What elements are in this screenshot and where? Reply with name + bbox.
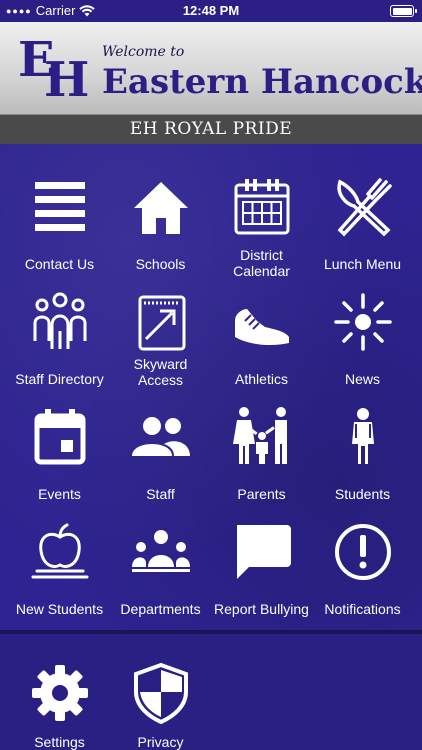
tile-departments[interactable]: Departments bbox=[108, 503, 213, 618]
calendar-day-icon bbox=[29, 406, 91, 468]
tile-label: Privacy bbox=[137, 734, 184, 750]
tile-label: Report Bullying bbox=[214, 601, 309, 617]
tile-lunch-menu[interactable]: Lunch Menu bbox=[310, 158, 415, 273]
tile-district-calendar[interactable]: District Calendar bbox=[209, 158, 314, 279]
header-banner: E H Welcome to Eastern Hancock bbox=[0, 22, 422, 115]
calendar-icon bbox=[231, 176, 293, 238]
tile-staff-directory[interactable]: Staff Directory bbox=[7, 273, 112, 388]
tile-label: Contact Us bbox=[24, 256, 95, 272]
sun-icon bbox=[332, 291, 394, 353]
tile-label: Athletics bbox=[235, 371, 288, 387]
tile-label: Schools bbox=[135, 256, 186, 272]
tile-label-line2: Access bbox=[137, 372, 184, 388]
school-name: Eastern Hancock bbox=[102, 62, 422, 102]
tile-label: News bbox=[344, 371, 380, 387]
gear-icon bbox=[29, 662, 91, 724]
page-title: EH ROYAL PRIDE bbox=[0, 115, 422, 144]
tile-label: Lunch Menu bbox=[323, 256, 402, 272]
tile-label: Events bbox=[38, 486, 81, 502]
tile-contact-us[interactable]: Contact Us bbox=[7, 158, 112, 273]
team-icon bbox=[130, 521, 192, 583]
welcome-text: Welcome to bbox=[102, 44, 185, 60]
tile-label: Staff Directory bbox=[15, 371, 104, 387]
users-icon bbox=[130, 406, 192, 468]
tile-notifications[interactable]: Notifications bbox=[310, 503, 415, 618]
chat-bubble-icon bbox=[231, 521, 293, 583]
tile-label-line1: District bbox=[240, 247, 283, 263]
sneaker-icon bbox=[231, 291, 293, 353]
tile-label: New Students bbox=[15, 601, 104, 617]
tile-students[interactable]: Students bbox=[310, 388, 415, 503]
tile-new-students[interactable]: New Students bbox=[7, 503, 112, 618]
clock: 12:48 PM bbox=[182, 3, 240, 18]
tile-staff[interactable]: Staff bbox=[108, 388, 213, 503]
family-icon bbox=[231, 406, 293, 468]
tile-label-line1: Skyward bbox=[133, 356, 188, 372]
tile-report-bullying[interactable]: Report Bullying bbox=[209, 503, 314, 618]
battery-icon bbox=[390, 5, 417, 17]
tile-schools[interactable]: Schools bbox=[108, 158, 213, 273]
tile-news[interactable]: News bbox=[310, 273, 415, 388]
tile-label: Departments bbox=[120, 601, 201, 617]
tile-events[interactable]: Events bbox=[7, 388, 112, 503]
tile-label: Settings bbox=[34, 734, 85, 750]
home-icon bbox=[130, 176, 192, 238]
tile-label: Parents bbox=[237, 486, 286, 502]
tile-privacy[interactable]: Privacy bbox=[108, 644, 213, 750]
shield-icon bbox=[130, 662, 192, 725]
tile-athletics[interactable]: Athletics bbox=[209, 273, 314, 388]
eh-logo: E H bbox=[18, 36, 90, 108]
tile-label: Staff bbox=[146, 486, 175, 502]
tile-label: Notifications bbox=[324, 601, 401, 617]
tile-label: Students bbox=[334, 486, 391, 502]
student-icon bbox=[332, 406, 394, 468]
logo-letter-h: H bbox=[44, 52, 90, 108]
menu-lines-icon bbox=[29, 176, 91, 238]
tile-parents[interactable]: Parents bbox=[209, 388, 314, 503]
tile-settings[interactable]: Settings bbox=[7, 644, 112, 750]
people-group-icon bbox=[29, 291, 91, 353]
tile-skyward-access[interactable]: Skyward Access bbox=[108, 273, 213, 388]
apple-icon bbox=[29, 521, 91, 583]
knife-fork-icon bbox=[332, 176, 394, 238]
exclamation-circle-icon bbox=[332, 521, 394, 583]
bottom-bar: Settings Privacy bbox=[0, 630, 422, 750]
menu-grid: Contact Us Schools District Calendar Lun… bbox=[0, 144, 422, 630]
status-bar: ●●●● Carrier 12:48 PM bbox=[0, 0, 422, 22]
external-link-icon bbox=[130, 291, 192, 353]
